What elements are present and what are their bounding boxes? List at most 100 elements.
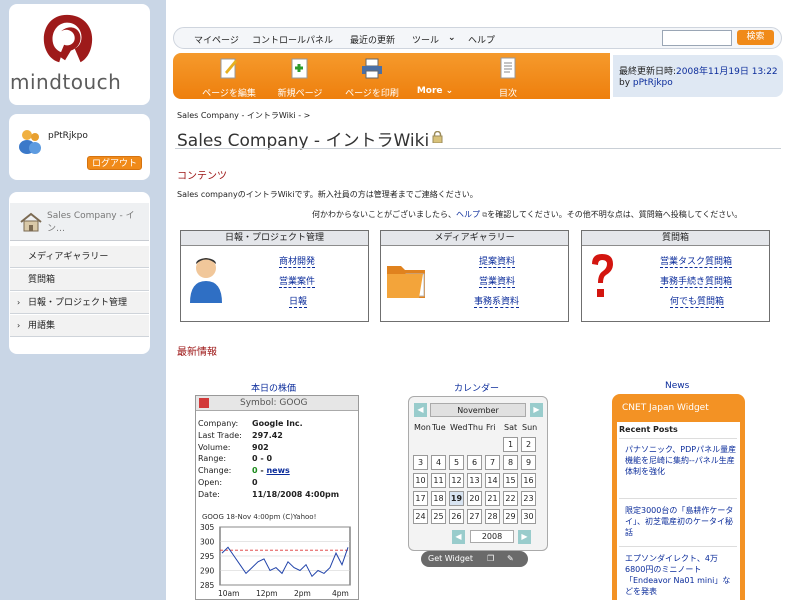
prev-year-icon[interactable]: ◀ [452,530,465,544]
help-link[interactable]: ヘルプ [456,210,480,219]
logout-button[interactable]: ログアウト [87,156,142,170]
calendar-weekday-label: Sun [522,423,538,432]
calendar-day[interactable]: 7 [485,455,500,470]
recent-changes-link[interactable]: 最近の更新 [350,33,395,46]
chart-x-tick-label: 10am [218,589,239,598]
tools-menu[interactable]: ツール [412,33,439,46]
link-general-questions[interactable]: 何でも質問箱 [670,294,725,308]
link-daily-report[interactable]: 日報 [289,294,308,308]
calendar-day[interactable]: 19 [449,491,464,506]
get-widget-button[interactable]: Get Widget ❐ ✎ [421,551,528,567]
stock-key: Range: [198,454,227,463]
table-of-contents-icon [500,57,516,79]
new-page-button[interactable]: 新規ページ [270,54,330,99]
my-page-link[interactable]: マイページ [194,33,239,46]
nav-item-label: メディアギャラリー [28,252,109,262]
help-link[interactable]: ヘルプ [468,33,495,46]
nav-item-glossary[interactable]: › 用語集 [10,315,149,337]
calendar-day[interactable]: 10 [413,473,428,488]
users-icon [19,130,41,154]
nav-item-label: 日報・プロジェクト管理 [28,298,128,308]
stock-news-link[interactable]: news [266,466,289,475]
next-month-icon[interactable]: ▶ [530,403,543,417]
calendar-day[interactable]: 2 [521,437,536,452]
mindtouch-logo-icon[interactable] [38,10,96,68]
calendar-weekday-label: Sat [504,423,518,432]
more-label: More ⌄ [416,86,454,96]
panel-title: 日報・プロジェクト管理 [181,231,368,246]
chart-y-tick-label: 305 [200,523,215,532]
nav-item-label: 質問箱 [28,275,56,285]
link-proposal-docs[interactable]: 提案資料 [479,254,516,268]
chart-x-tick-label: 12pm [256,589,278,598]
calendar-day[interactable]: 1 [503,437,518,452]
nav-item-label: 用語集 [28,321,56,331]
last-updated-link[interactable]: 2008年11月19日 13:22 [676,67,778,77]
control-panel-link[interactable]: コントロールパネル [252,33,333,46]
toc-button[interactable]: 目次 [488,54,528,99]
calendar-day[interactable]: 6 [467,455,482,470]
calendar-day[interactable]: 12 [449,473,464,488]
news-item[interactable]: 限定3000台の「島耕作ケータイ」、初芝電産初のケータイ秘話 [625,505,737,538]
link-sales-projects[interactable]: 営業案件 [279,274,316,288]
nav-item-question-box[interactable]: 質問箱 [10,269,149,291]
calendar-day[interactable]: 18 [431,491,446,506]
calendar-day[interactable]: 21 [485,491,500,506]
link-sales-docs[interactable]: 営業資料 [479,274,516,288]
news-item[interactable]: エプソンダイレクト、4万6800円のミニノート「Endeavor Na01 mi… [625,553,737,597]
nav-item-media-gallery[interactable]: メディアギャラリー [10,246,149,268]
calendar-day[interactable]: 14 [485,473,500,488]
news-widget-title: News [665,381,690,391]
search-input[interactable] [662,30,732,46]
calendar-day[interactable]: 20 [467,491,482,506]
calendar-day[interactable]: 5 [449,455,464,470]
close-icon[interactable] [199,398,209,408]
calendar-day[interactable]: 17 [413,491,428,506]
updated-by-label: by [619,78,631,88]
question-mark-icon [592,254,613,297]
calendar-day[interactable]: 25 [431,509,446,524]
more-menu-button[interactable]: More ⌄ [410,54,460,98]
calendar-day[interactable]: 4 [431,455,446,470]
breadcrumb[interactable]: Sales Company - イントラWiki - > [177,110,310,121]
next-year-icon[interactable]: ▶ [518,530,531,544]
calendar-day[interactable]: 15 [503,473,518,488]
calendar-day[interactable]: 24 [413,509,428,524]
calendar-day[interactable]: 29 [503,509,518,524]
link-product-development[interactable]: 商材開発 [279,254,316,268]
calendar-day[interactable]: 23 [521,491,536,506]
link-office-procedure-questions[interactable]: 事務手続き質問箱 [660,274,733,288]
calendar-day[interactable]: 26 [449,509,464,524]
last-updated-label: 最終更新日時: [619,67,677,77]
nav-item-daily-report[interactable]: › 日報・プロジェクト管理 [10,292,149,314]
calendar-day[interactable]: 16 [521,473,536,488]
calendar-weekday-label: Fri [486,423,496,432]
edit-page-button[interactable]: ページを編集 [190,54,268,99]
calendar-day[interactable]: 30 [521,509,536,524]
stock-value: 297.42 [252,431,283,440]
calendar-weekday-label: Thu [468,423,484,432]
calendar-day[interactable]: 28 [485,509,500,524]
updated-by-user-link[interactable]: pPtRjkpo [633,78,673,88]
calendar-day[interactable]: 11 [431,473,446,488]
calendar-day[interactable]: 22 [503,491,518,506]
stock-value: 11/18/2008 4:00pm [252,490,340,499]
calendar-day[interactable]: 8 [503,455,518,470]
calendar-day[interactable]: 3 [413,455,428,470]
print-page-button[interactable]: ページを印刷 [338,54,406,99]
nav-arrow-icon: › [17,321,21,330]
user-avatar-icon [190,258,222,303]
link-office-docs[interactable]: 事務系資料 [474,294,520,308]
edit-page-label: ページを編集 [202,89,256,99]
search-button[interactable]: 検索 [737,30,774,45]
chart-y-tick-label: 285 [200,581,215,590]
prev-month-icon[interactable]: ◀ [414,403,427,417]
calendar-day[interactable]: 9 [521,455,536,470]
tools-chevron-down-icon[interactable]: ⌄ [448,33,456,43]
link-sales-task-questions[interactable]: 営業タスク質問箱 [660,254,733,268]
lock-icon[interactable] [432,131,443,143]
calendar-day[interactable]: 13 [467,473,482,488]
news-item[interactable]: パナソニック、PDPパネル量産機能を尼崎に集約--パネル生産体制を強化 [625,444,737,477]
calendar-day[interactable]: 27 [467,509,482,524]
nav-current-label: Sales Company - イン… [47,211,135,234]
